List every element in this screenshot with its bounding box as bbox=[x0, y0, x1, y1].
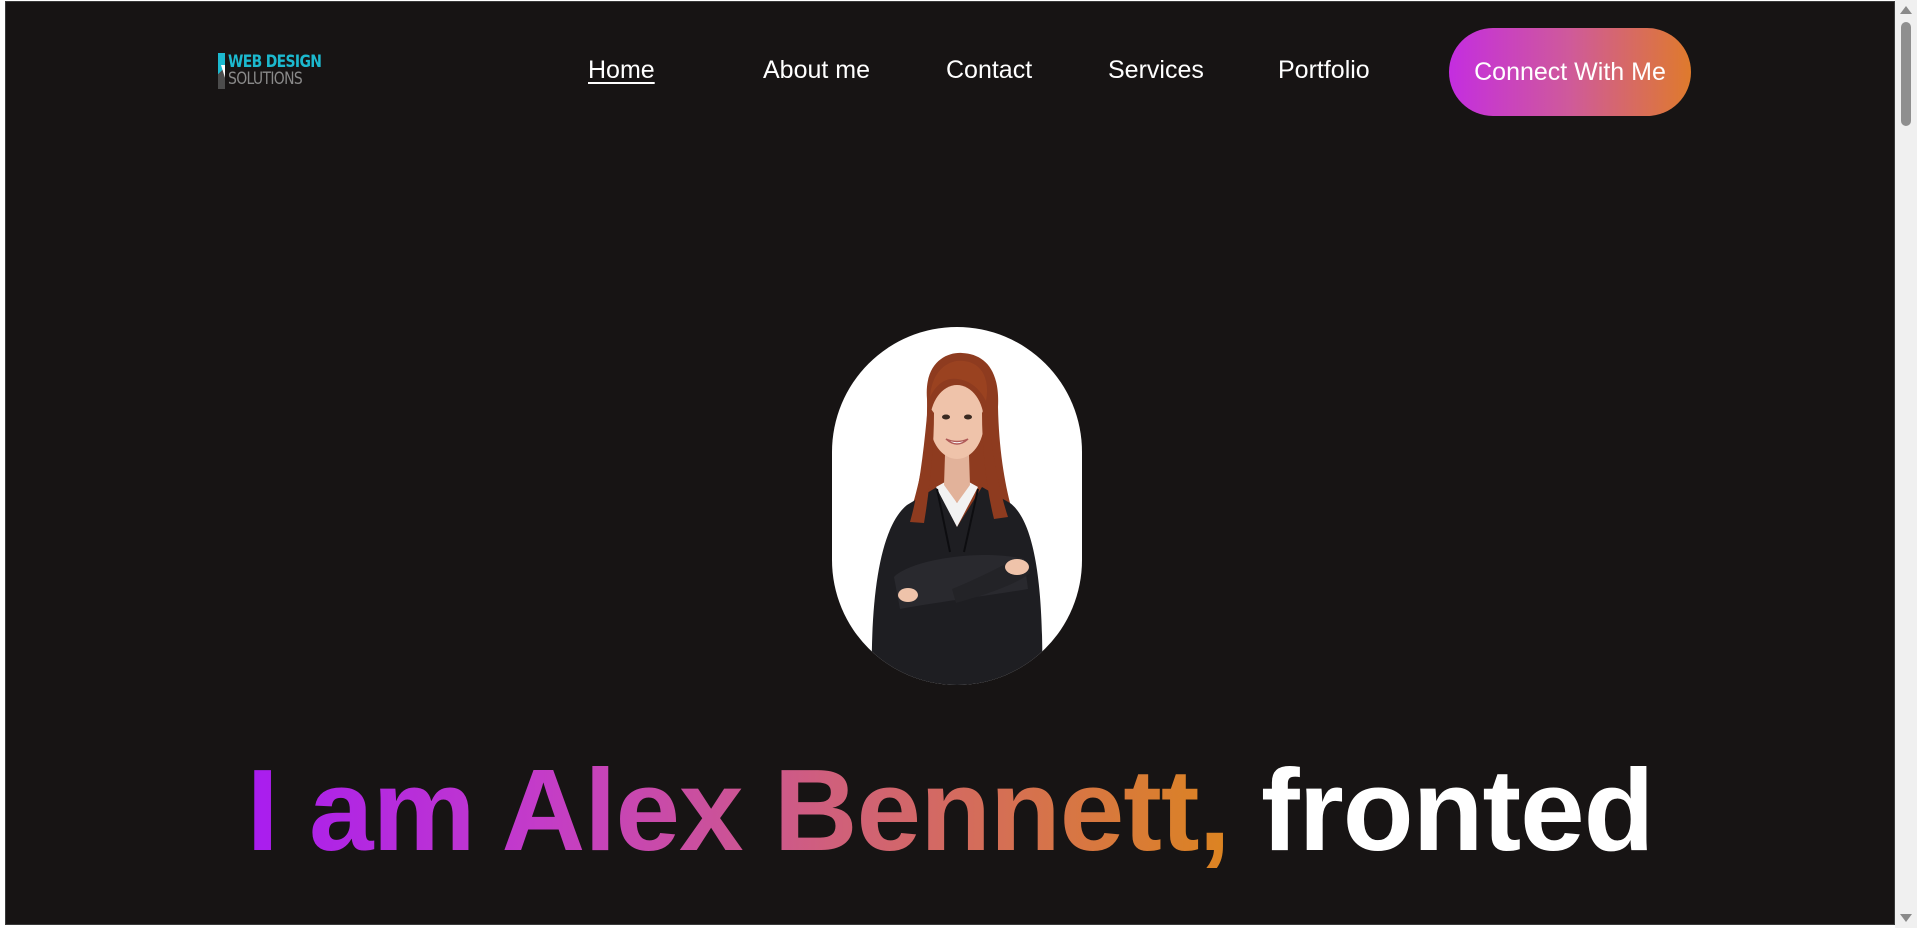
page-viewport: WEB DESIGN SOLUTIONS Home About me Conta… bbox=[5, 1, 1895, 925]
logo-wordmark: WEB DESIGN SOLUTIONS bbox=[228, 54, 322, 89]
profile-photo bbox=[832, 327, 1082, 685]
hero-headline: I am Alex Bennett, fronted bbox=[6, 750, 1894, 870]
nav-link-services[interactable]: Services bbox=[1108, 56, 1204, 85]
scroll-down-arrow-icon[interactable] bbox=[1900, 914, 1912, 922]
logo-line-2: SOLUTIONS bbox=[228, 69, 303, 89]
site-logo[interactable]: WEB DESIGN SOLUTIONS bbox=[218, 52, 342, 90]
scroll-up-arrow-icon[interactable] bbox=[1900, 6, 1912, 14]
hero-headline-name: I am Alex Bennett, bbox=[246, 745, 1230, 875]
hero-headline-role: fronted bbox=[1261, 745, 1654, 875]
nav-link-contact[interactable]: Contact bbox=[946, 56, 1032, 85]
vertical-scrollbar[interactable] bbox=[1895, 0, 1917, 928]
scrollbar-thumb[interactable] bbox=[1901, 22, 1911, 126]
connect-with-me-button[interactable]: Connect With Me bbox=[1449, 28, 1691, 116]
nav-link-portfolio[interactable]: Portfolio bbox=[1278, 56, 1370, 85]
logo-icon bbox=[218, 53, 226, 89]
site-header: WEB DESIGN SOLUTIONS Home About me Conta… bbox=[6, 2, 1894, 142]
nav-link-about-me[interactable]: About me bbox=[763, 56, 870, 85]
nav-link-home[interactable]: Home bbox=[588, 56, 655, 85]
